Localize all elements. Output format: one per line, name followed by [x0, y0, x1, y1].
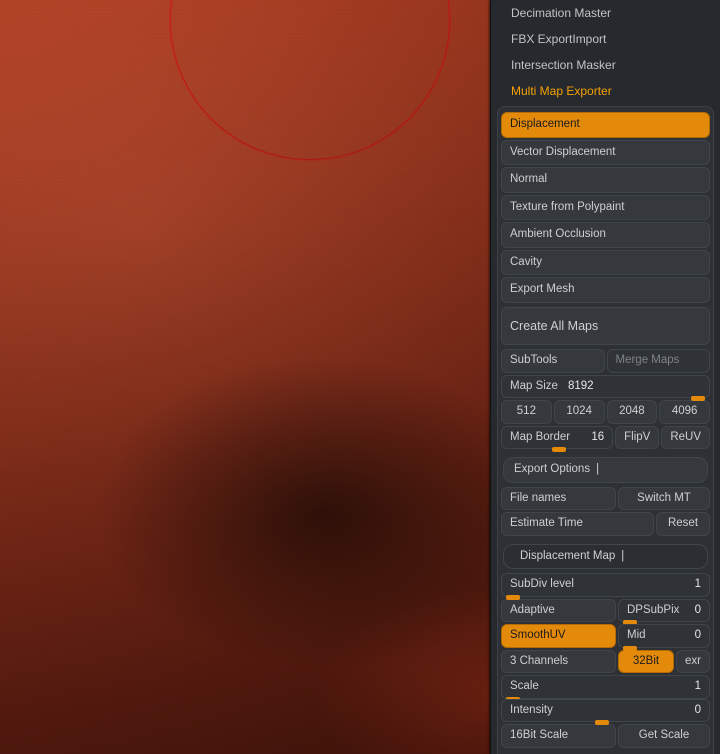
size-4096[interactable]: 4096	[659, 400, 710, 424]
three-channels-toggle[interactable]: 3 Channels	[501, 650, 616, 674]
brush-cursor	[170, 0, 450, 160]
tab-normal[interactable]: Normal	[501, 167, 710, 193]
plugin-list: Decimation Master FBX ExportImport Inter…	[491, 0, 720, 104]
merge-maps-button[interactable]: Merge Maps	[607, 349, 711, 373]
chevron-icon: |	[621, 551, 624, 563]
size-512[interactable]: 512	[501, 400, 552, 424]
tab-displacement[interactable]: Displacement	[501, 112, 710, 138]
plugin-intersection-masker[interactable]: Intersection Masker	[499, 52, 712, 78]
map-size-label: Map Size	[510, 381, 558, 393]
dpsubpix-slider[interactable]: DPSubPix 0	[618, 599, 710, 623]
map-size-value: 8192	[564, 381, 701, 393]
map-size-slider[interactable]: Map Size 8192	[501, 375, 710, 399]
subdiv-value: 1	[695, 579, 701, 591]
map-size-presets: 512 1024 2048 4096	[501, 400, 710, 424]
flipv-button[interactable]: FlipV	[615, 426, 659, 450]
tab-vector-displacement[interactable]: Vector Displacement	[501, 140, 710, 166]
16bit-scale-button[interactable]: 16Bit Scale	[501, 724, 616, 748]
export-options-header[interactable]: Export Options |	[503, 457, 708, 483]
get-scale-button[interactable]: Get Scale	[618, 724, 710, 748]
subdiv-level-slider[interactable]: SubDiv level 1	[501, 573, 710, 597]
zplugin-sidebar: Decimation Master FBX ExportImport Inter…	[490, 0, 720, 754]
mid-value: 0	[695, 630, 701, 642]
subdiv-label: SubDiv level	[510, 579, 574, 591]
intensity-slider[interactable]: Intensity 0	[501, 699, 710, 723]
32bit-toggle[interactable]: 32Bit	[618, 650, 674, 674]
file-names-button[interactable]: File names	[501, 487, 616, 511]
tab-ambient-occlusion[interactable]: Ambient Occlusion	[501, 222, 710, 248]
map-border-value: 16	[591, 432, 604, 444]
subtools-button[interactable]: SubTools	[501, 349, 605, 373]
scale-slider[interactable]: Scale 1	[501, 675, 710, 699]
scale-value: 1	[695, 681, 701, 693]
size-1024[interactable]: 1024	[554, 400, 605, 424]
smoothuv-toggle[interactable]: SmoothUV	[501, 624, 616, 648]
exr-button[interactable]: exr	[676, 650, 710, 674]
reset-button[interactable]: Reset	[656, 512, 710, 536]
multi-map-exporter-panel: Displacement Vector Displacement Normal …	[497, 106, 714, 754]
map-border-label: Map Border	[510, 432, 570, 444]
intensity-label: Intensity	[510, 705, 553, 717]
adaptive-toggle[interactable]: Adaptive	[501, 599, 616, 623]
dpsubpix-value: 0	[695, 605, 701, 617]
tab-export-mesh[interactable]: Export Mesh	[501, 277, 710, 303]
switch-mt-button[interactable]: Switch MT	[618, 487, 710, 511]
chevron-icon: |	[596, 464, 599, 476]
plugin-decimation-master[interactable]: Decimation Master	[499, 0, 712, 26]
scale-label: Scale	[510, 681, 539, 693]
create-all-maps-button[interactable]: Create All Maps	[501, 307, 710, 346]
intensity-value: 0	[695, 705, 701, 717]
dpsubpix-label: DPSubPix	[627, 605, 679, 617]
mid-slider[interactable]: Mid 0	[618, 624, 710, 648]
size-2048[interactable]: 2048	[607, 400, 658, 424]
mid-label: Mid	[627, 630, 646, 642]
tab-texture-from-polypaint[interactable]: Texture from Polypaint	[501, 195, 710, 221]
plugin-fbx-exportimport[interactable]: FBX ExportImport	[499, 26, 712, 52]
displacement-map-label: Displacement Map	[520, 551, 615, 563]
export-options-label: Export Options	[514, 464, 590, 476]
plugin-multi-map-exporter[interactable]: Multi Map Exporter	[499, 78, 712, 104]
displacement-map-header[interactable]: Displacement Map |	[503, 544, 708, 570]
reuv-button[interactable]: ReUV	[661, 426, 710, 450]
map-border-slider[interactable]: Map Border 16	[501, 426, 613, 450]
tab-cavity[interactable]: Cavity	[501, 250, 710, 276]
estimate-time-button[interactable]: Estimate Time	[501, 512, 654, 536]
